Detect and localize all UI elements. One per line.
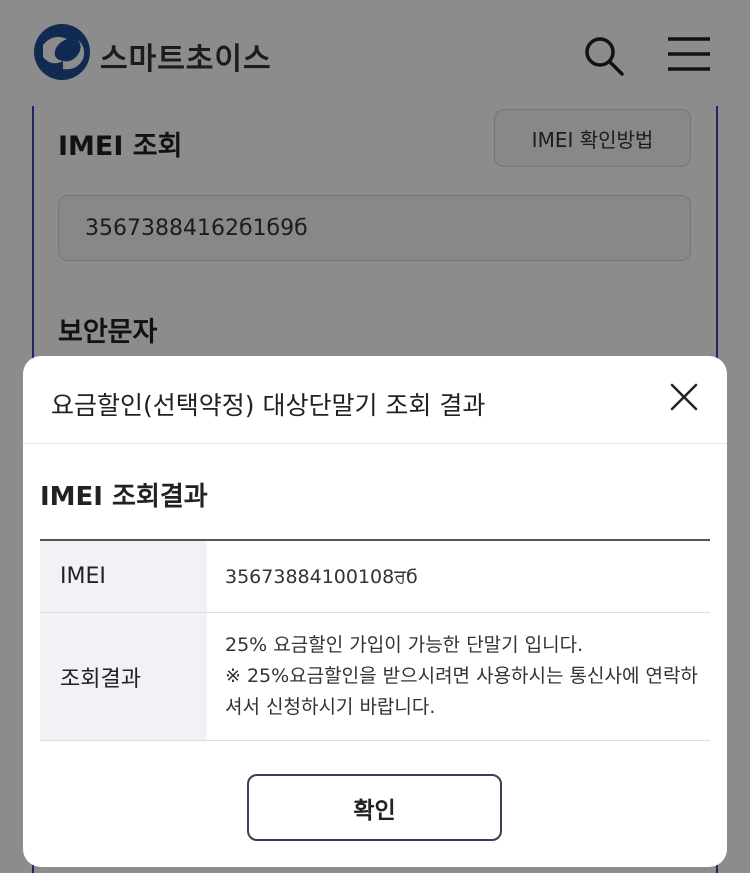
- result-line-3: 셔서 신청하시기 바랍니다.: [225, 696, 436, 718]
- imei-result-title: IMEI 조회결과: [40, 482, 208, 512]
- result-table: IMEI 35673884100108ਰб 조회결과 25% 요금할인 가입이 …: [40, 539, 710, 741]
- result-modal: 요금할인(선택약정) 대상단말기 조회 결과 IMEI 조회결과 IMEI 35…: [23, 356, 727, 867]
- result-value: 25% 요금할인 가입이 가능한 단말기 입니다. ※ 25%요금할인을 받으시…: [207, 613, 710, 740]
- result-line-1: 25% 요금할인 가입이 가능한 단말기 입니다.: [225, 634, 584, 656]
- imei-label: IMEI: [40, 541, 207, 612]
- modal-divider: [23, 443, 727, 444]
- table-row-result: 조회결과 25% 요금할인 가입이 가능한 단말기 입니다. ※ 25%요금할인…: [40, 613, 710, 741]
- close-icon[interactable]: [668, 381, 700, 413]
- result-label: 조회결과: [40, 613, 207, 740]
- page: 스마트초이스 IMEI 조회 IMEI 확인방법 35673884162б1б9…: [0, 0, 750, 873]
- confirm-button[interactable]: 확인: [247, 774, 502, 841]
- imei-value: 35673884100108ਰб: [225, 565, 418, 588]
- result-line-2: ※ 25%요금할인을 받으시려면 사용하시는 통신사에 연락하: [225, 665, 698, 687]
- modal-title: 요금할인(선택약정) 대상단말기 조회 결과: [51, 391, 486, 420]
- table-row-imei: IMEI 35673884100108ਰб: [40, 541, 710, 613]
